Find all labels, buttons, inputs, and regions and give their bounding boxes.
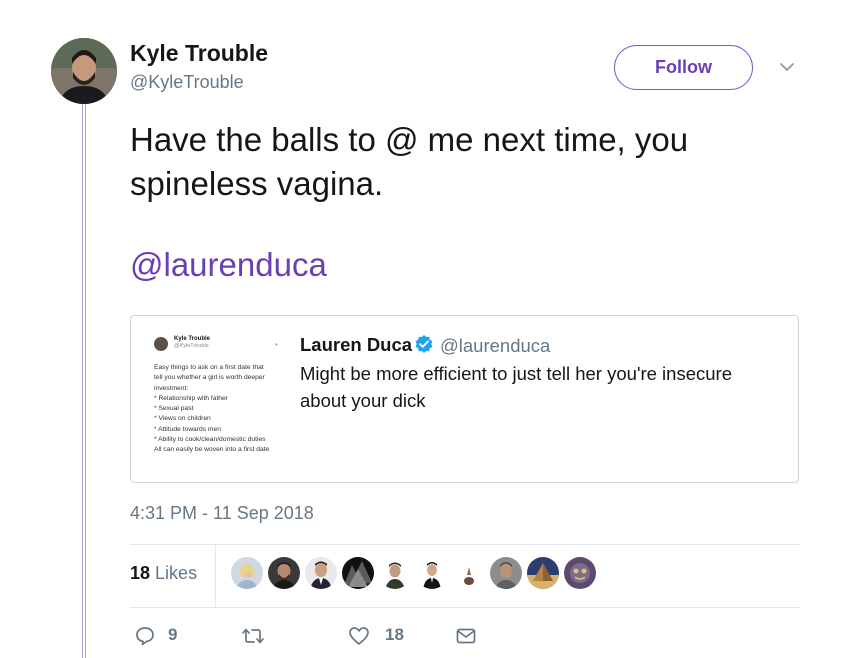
heart-icon[interactable] — [348, 625, 370, 647]
quoted-image-line: tell you whether a girl is worth deeper — [154, 374, 265, 382]
author-handle[interactable]: @KyleTrouble — [130, 72, 244, 93]
quoted-image-line: * Ability to cook/clean/domestic duties — [154, 436, 266, 444]
divider — [130, 607, 800, 608]
tweet-timestamp[interactable]: 4:31 PM - 11 Sep 2018 — [130, 503, 314, 524]
quoted-author-handle[interactable]: @laurenduca — [440, 335, 550, 357]
retweet-icon[interactable] — [240, 625, 266, 647]
liker-avatar[interactable] — [416, 557, 448, 589]
liker-avatar[interactable] — [342, 557, 374, 589]
quoted-image-line: * Sexual past — [154, 405, 194, 413]
like-count: 18 — [385, 625, 404, 644]
follow-button[interactable]: Follow — [614, 45, 753, 90]
message-icon[interactable] — [455, 625, 477, 647]
liker-avatar[interactable] — [379, 557, 411, 589]
quoted-image-line: * Attitude towards men — [154, 425, 221, 433]
quoted-image-line: * Views on children — [154, 415, 211, 423]
liker-avatar[interactable] — [305, 557, 337, 589]
chevron-down-icon[interactable] — [776, 56, 798, 78]
quoted-image-text: Easy things to ask on a first date that … — [154, 363, 284, 456]
likes-count[interactable]: 18 Likes — [130, 563, 197, 584]
quoted-image-more-dot: • — [275, 340, 278, 349]
divider — [130, 544, 800, 545]
likes-divider — [215, 545, 216, 607]
liker-avatar[interactable] — [453, 557, 485, 589]
quoted-image-handle: @KyleTrouble — [174, 343, 209, 349]
liker-avatar[interactable] — [268, 557, 300, 589]
quoted-tweet-image[interactable]: Kyle Trouble @KyleTrouble • Easy things … — [132, 317, 285, 481]
liker-avatar[interactable] — [231, 557, 263, 589]
likes-number: 18 — [130, 563, 151, 583]
liker-avatar[interactable] — [490, 557, 522, 589]
author-avatar[interactable] — [51, 38, 117, 104]
reply-count: 9 — [168, 625, 178, 644]
quoted-image-line: All can easily be woven into a first dat… — [154, 446, 270, 454]
liker-avatar[interactable] — [564, 557, 596, 589]
reply-icon[interactable] — [134, 625, 156, 647]
quoted-image-line: * Relationship with father — [154, 394, 228, 402]
quoted-author-name[interactable]: Lauren Duca — [300, 334, 412, 356]
tweet-text: Have the balls to @ me next time, you sp… — [130, 121, 689, 202]
quoted-image-line: Easy things to ask on a first date that — [154, 364, 264, 371]
quoted-image-line: investment: — [154, 384, 189, 392]
likes-label: Likes — [155, 563, 198, 583]
quoted-image-name: Kyle Trouble — [174, 336, 211, 342]
liker-avatar[interactable] — [527, 557, 559, 589]
verified-icon — [415, 335, 433, 353]
quoted-image-avatar — [154, 337, 168, 351]
author-name[interactable]: Kyle Trouble — [130, 40, 268, 67]
quoted-tweet-text: Might be more efficient to just tell her… — [300, 363, 732, 411]
thread-line — [82, 100, 86, 658]
tweet-mention-link[interactable]: @laurenduca — [130, 246, 327, 284]
